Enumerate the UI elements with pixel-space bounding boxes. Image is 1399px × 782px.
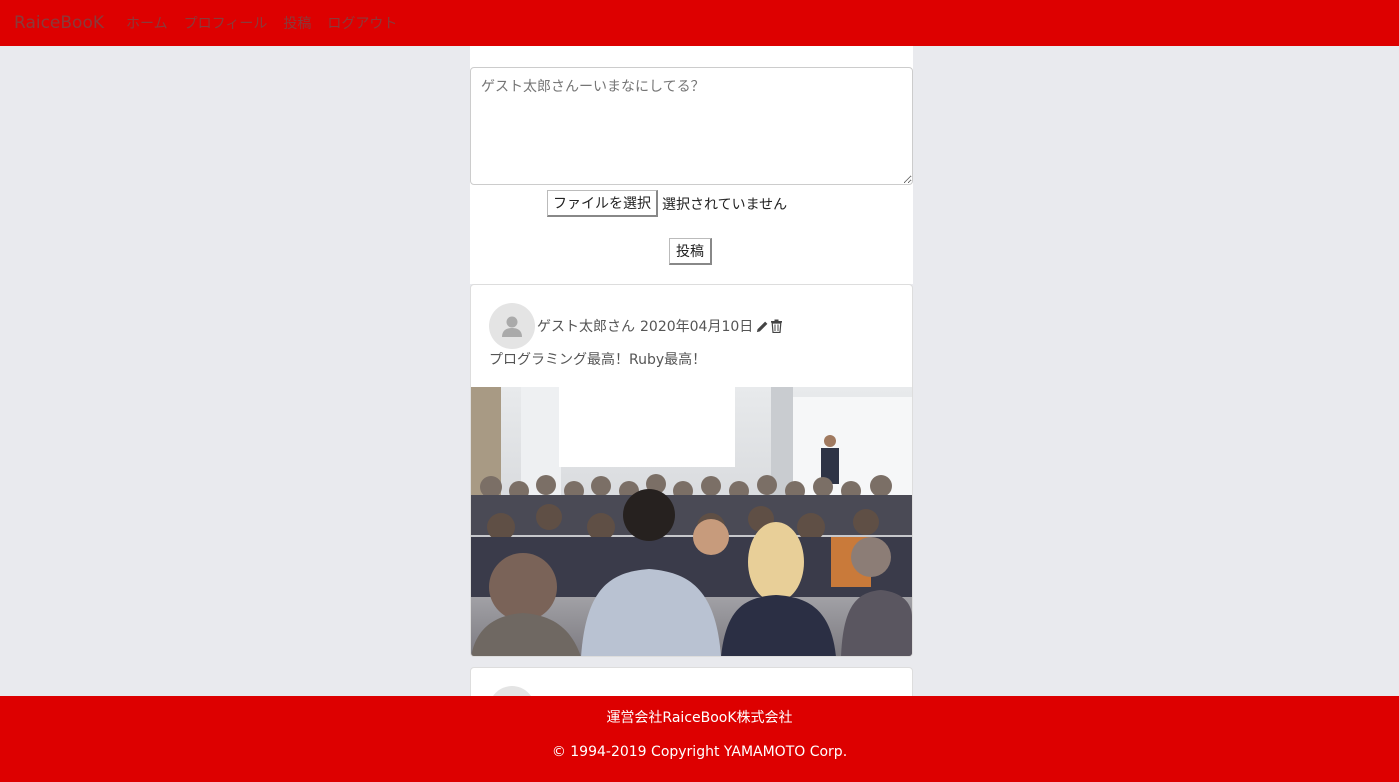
nav-link-profile[interactable]: プロフィール xyxy=(184,13,268,33)
file-picker: ファイルを選択 選択されていません xyxy=(547,190,787,217)
post-actions xyxy=(755,319,783,334)
post-header: ゲスト太郎さん 2020年04月10日 xyxy=(489,303,783,349)
post-author[interactable]: ゲスト太郎さん xyxy=(537,316,635,336)
nav-links: ホーム プロフィール 投稿 ログアウト xyxy=(118,13,405,33)
post-image xyxy=(471,387,912,656)
avatar[interactable] xyxy=(489,686,535,696)
nav-link-home[interactable]: ホーム xyxy=(126,13,168,33)
footer-company: 運営会社RaiceBooK株式会社 xyxy=(606,710,793,726)
trash-icon[interactable] xyxy=(770,319,783,333)
file-status: 選択されていません xyxy=(662,196,788,213)
nav-link-post[interactable]: 投稿 xyxy=(283,13,311,33)
choose-file-button[interactable]: ファイルを選択 xyxy=(547,190,658,217)
navbar: RaiceBooK ホーム プロフィール 投稿 ログアウト xyxy=(0,0,1399,46)
pencil-icon[interactable] xyxy=(755,319,770,334)
post-composer: ファイルを選択 選択されていません 投稿 xyxy=(470,46,913,284)
post-body: プログラミング最高！Ruby最高！ xyxy=(489,352,707,368)
post-textarea[interactable] xyxy=(470,67,913,185)
footer: 運営会社RaiceBooK株式会社 © 1994-2019 Copyright … xyxy=(0,696,1399,782)
nav-link-logout[interactable]: ログアウト xyxy=(327,13,397,33)
submit-post-button[interactable]: 投稿 xyxy=(669,238,712,265)
user-silhouette-icon xyxy=(502,316,522,337)
post-card: ゲスト太郎さん 2020年04月10日 プログラミング最高！Ruby最高！ xyxy=(470,284,913,657)
post-date: 2020年04月10日 xyxy=(640,319,754,335)
post-card xyxy=(470,667,913,696)
footer-copyright: © 1994-2019 Copyright YAMAMOTO Corp. xyxy=(551,744,848,760)
avatar[interactable] xyxy=(489,303,535,349)
brand-logo[interactable]: RaiceBooK xyxy=(14,13,104,33)
feed-column: ファイルを選択 選択されていません 投稿 ゲスト太郎さん 2020年04月10日 xyxy=(470,46,913,696)
